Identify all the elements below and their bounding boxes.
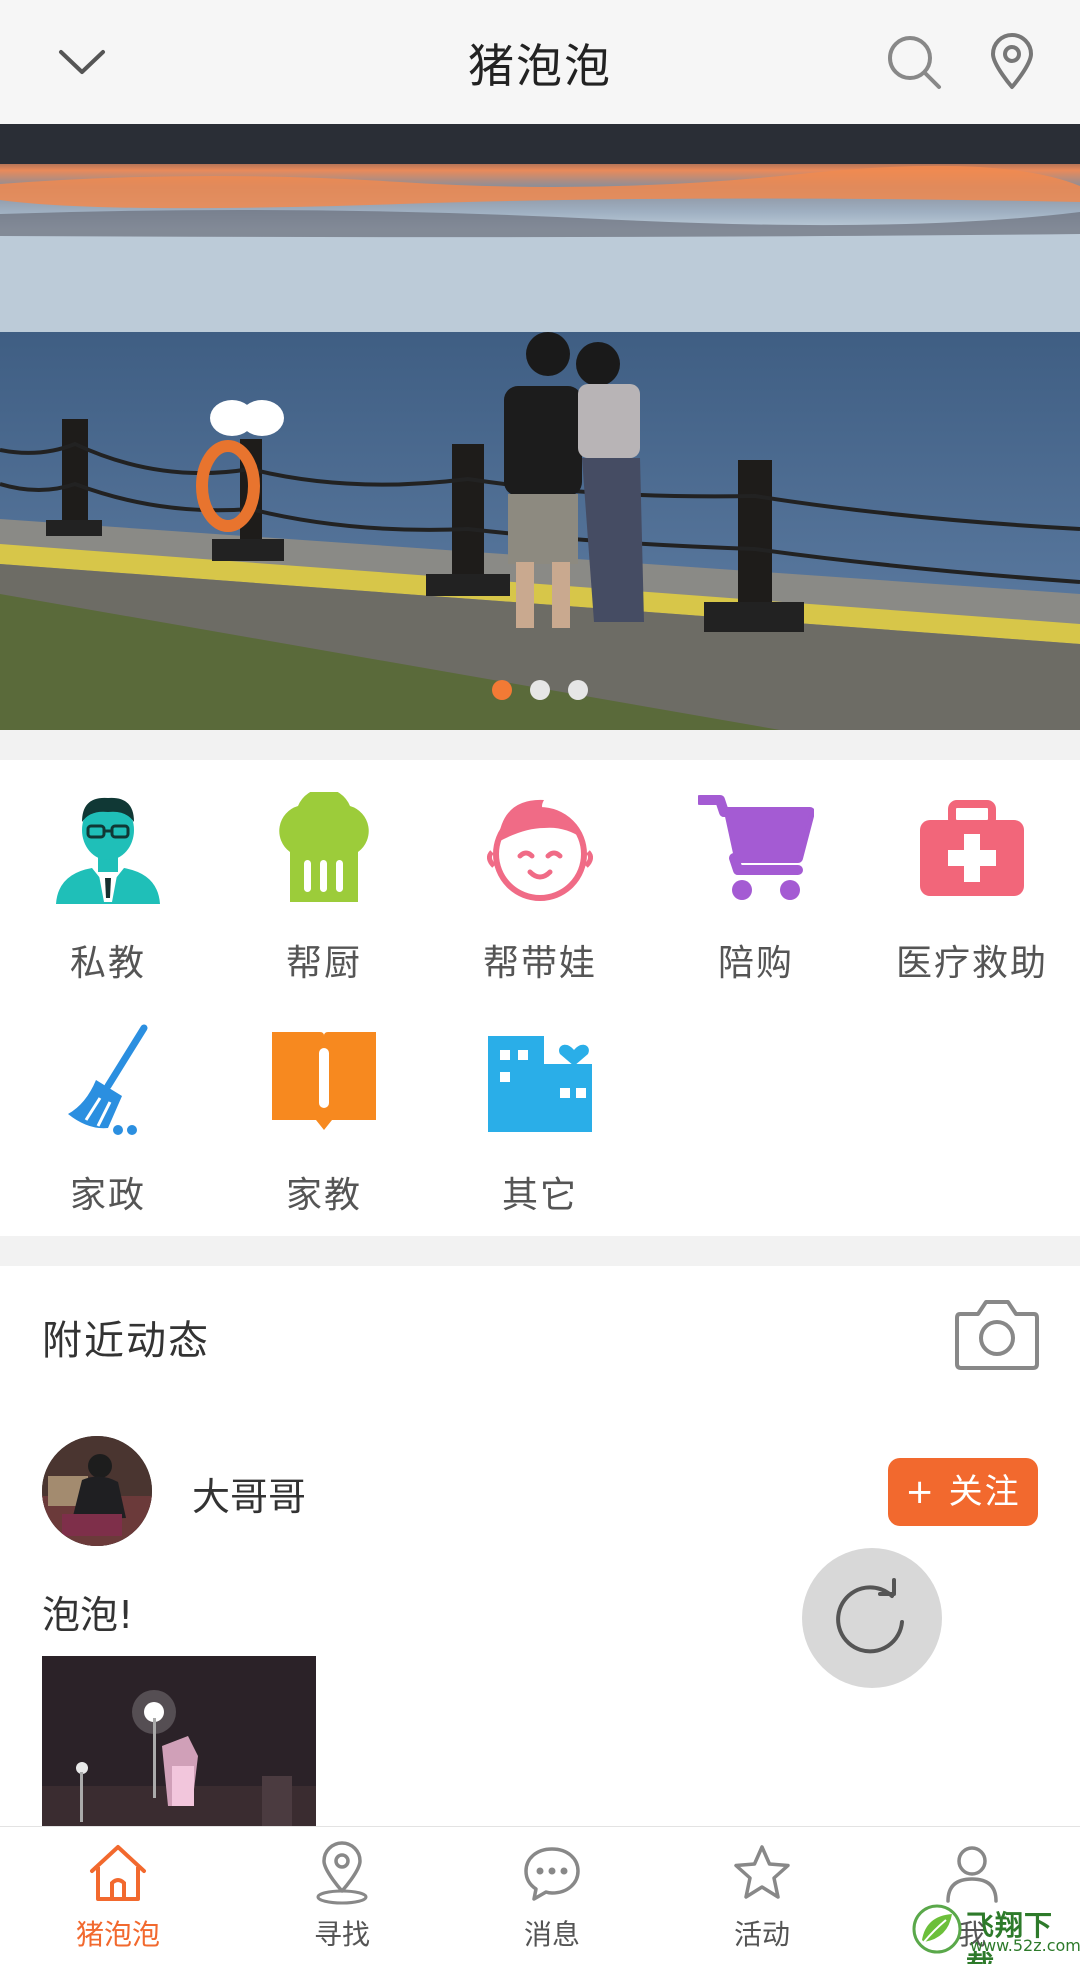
banner-carousel[interactable] [0,124,1080,730]
leaf-logo-icon [912,1904,962,1954]
avatar-image [42,1436,152,1546]
refresh-button[interactable] [802,1548,942,1688]
watermark: 飞翔下载 www.52z.com [908,1900,1080,1964]
tab-home[interactable]: 猪泡泡 [10,1827,226,1964]
post-photo [42,1656,316,1826]
shopping-cart-icon [698,795,814,900]
category-label: 帮厨 [285,943,362,984]
carousel-indicator [0,680,1080,700]
category-label: 医疗救助 [895,943,1048,984]
search-button[interactable] [880,28,948,96]
location-pin-icon [316,1841,368,1905]
category-item-medical-aid[interactable]: 医疗救助 [864,768,1080,984]
category-item-other[interactable]: 其它 [432,1000,648,1216]
category-label: 帮带娃 [482,943,597,984]
star-icon [734,1845,790,1899]
broom-icon [68,1024,148,1135]
location-button[interactable] [978,28,1046,96]
carousel-dot[interactable] [530,680,550,700]
category-item-babysit[interactable]: 帮带娃 [432,768,648,984]
category-item-chef[interactable]: 帮厨 [216,768,432,984]
user-icon [946,1846,998,1903]
top-bar: 猪泡泡 [0,0,1080,124]
carousel-dot[interactable] [568,680,588,700]
category-label: 家教 [285,1175,362,1216]
tab-label: 活动 [733,1918,790,1951]
post-image[interactable] [42,1656,316,1826]
building-heart-icon [488,1036,592,1132]
banner-image [0,124,1080,730]
watermark-text: 飞翔下载 [966,1909,1054,1964]
baby-face-icon [486,799,594,901]
category-item-housekeeping[interactable]: 家政 [0,1000,216,1216]
category-label: 家政 [69,1175,146,1216]
tab-label: 寻找 [313,1918,370,1951]
follow-button[interactable]: + 关注 [888,1458,1038,1526]
post-username[interactable]: 大哥哥 [192,1466,306,1521]
camera-icon [955,1300,1039,1370]
app-screen: 猪泡泡 私教 帮厨 帮带娃 陪购 医疗救助 家政 家教 其它 附近动态 大哥哥 … [0,0,1080,1964]
nearby-feed: 附近动态 大哥哥 + 关注 泡泡! [0,1266,1080,1826]
tab-messages[interactable]: 消息 [444,1827,660,1964]
carousel-dot[interactable] [492,680,512,700]
section-title: 附近动态 [42,1318,210,1364]
category-label: 私教 [69,943,146,984]
tab-label: 猪泡泡 [75,1918,160,1951]
category-label: 其它 [501,1175,578,1216]
book-icon [272,1032,376,1130]
camera-button[interactable] [954,1296,1040,1372]
watermark-url: www.52z.com [970,1936,1080,1955]
first-aid-kit-icon [920,800,1024,896]
refresh-icon [836,1578,904,1654]
category-grid: 私教 帮厨 帮带娃 陪购 医疗救助 家政 家教 其它 [0,760,1080,1236]
category-item-tutoring[interactable]: 家教 [216,1000,432,1216]
tab-activities[interactable]: 活动 [654,1827,870,1964]
category-label: 陪购 [717,943,794,984]
personal-trainer-icon [56,797,160,904]
post-text: 泡泡! [42,1593,134,1637]
category-item-shopping[interactable]: 陪购 [648,768,864,984]
category-item-personal-trainer[interactable]: 私教 [0,768,216,984]
home-icon [90,1845,146,1901]
chat-bubble-icon [524,1847,580,1901]
chef-hat-icon [279,792,369,902]
search-icon [888,36,941,89]
avatar[interactable] [42,1436,152,1546]
tab-label: 消息 [523,1918,580,1951]
location-pin-icon [991,33,1033,89]
tab-find[interactable]: 寻找 [234,1827,450,1964]
